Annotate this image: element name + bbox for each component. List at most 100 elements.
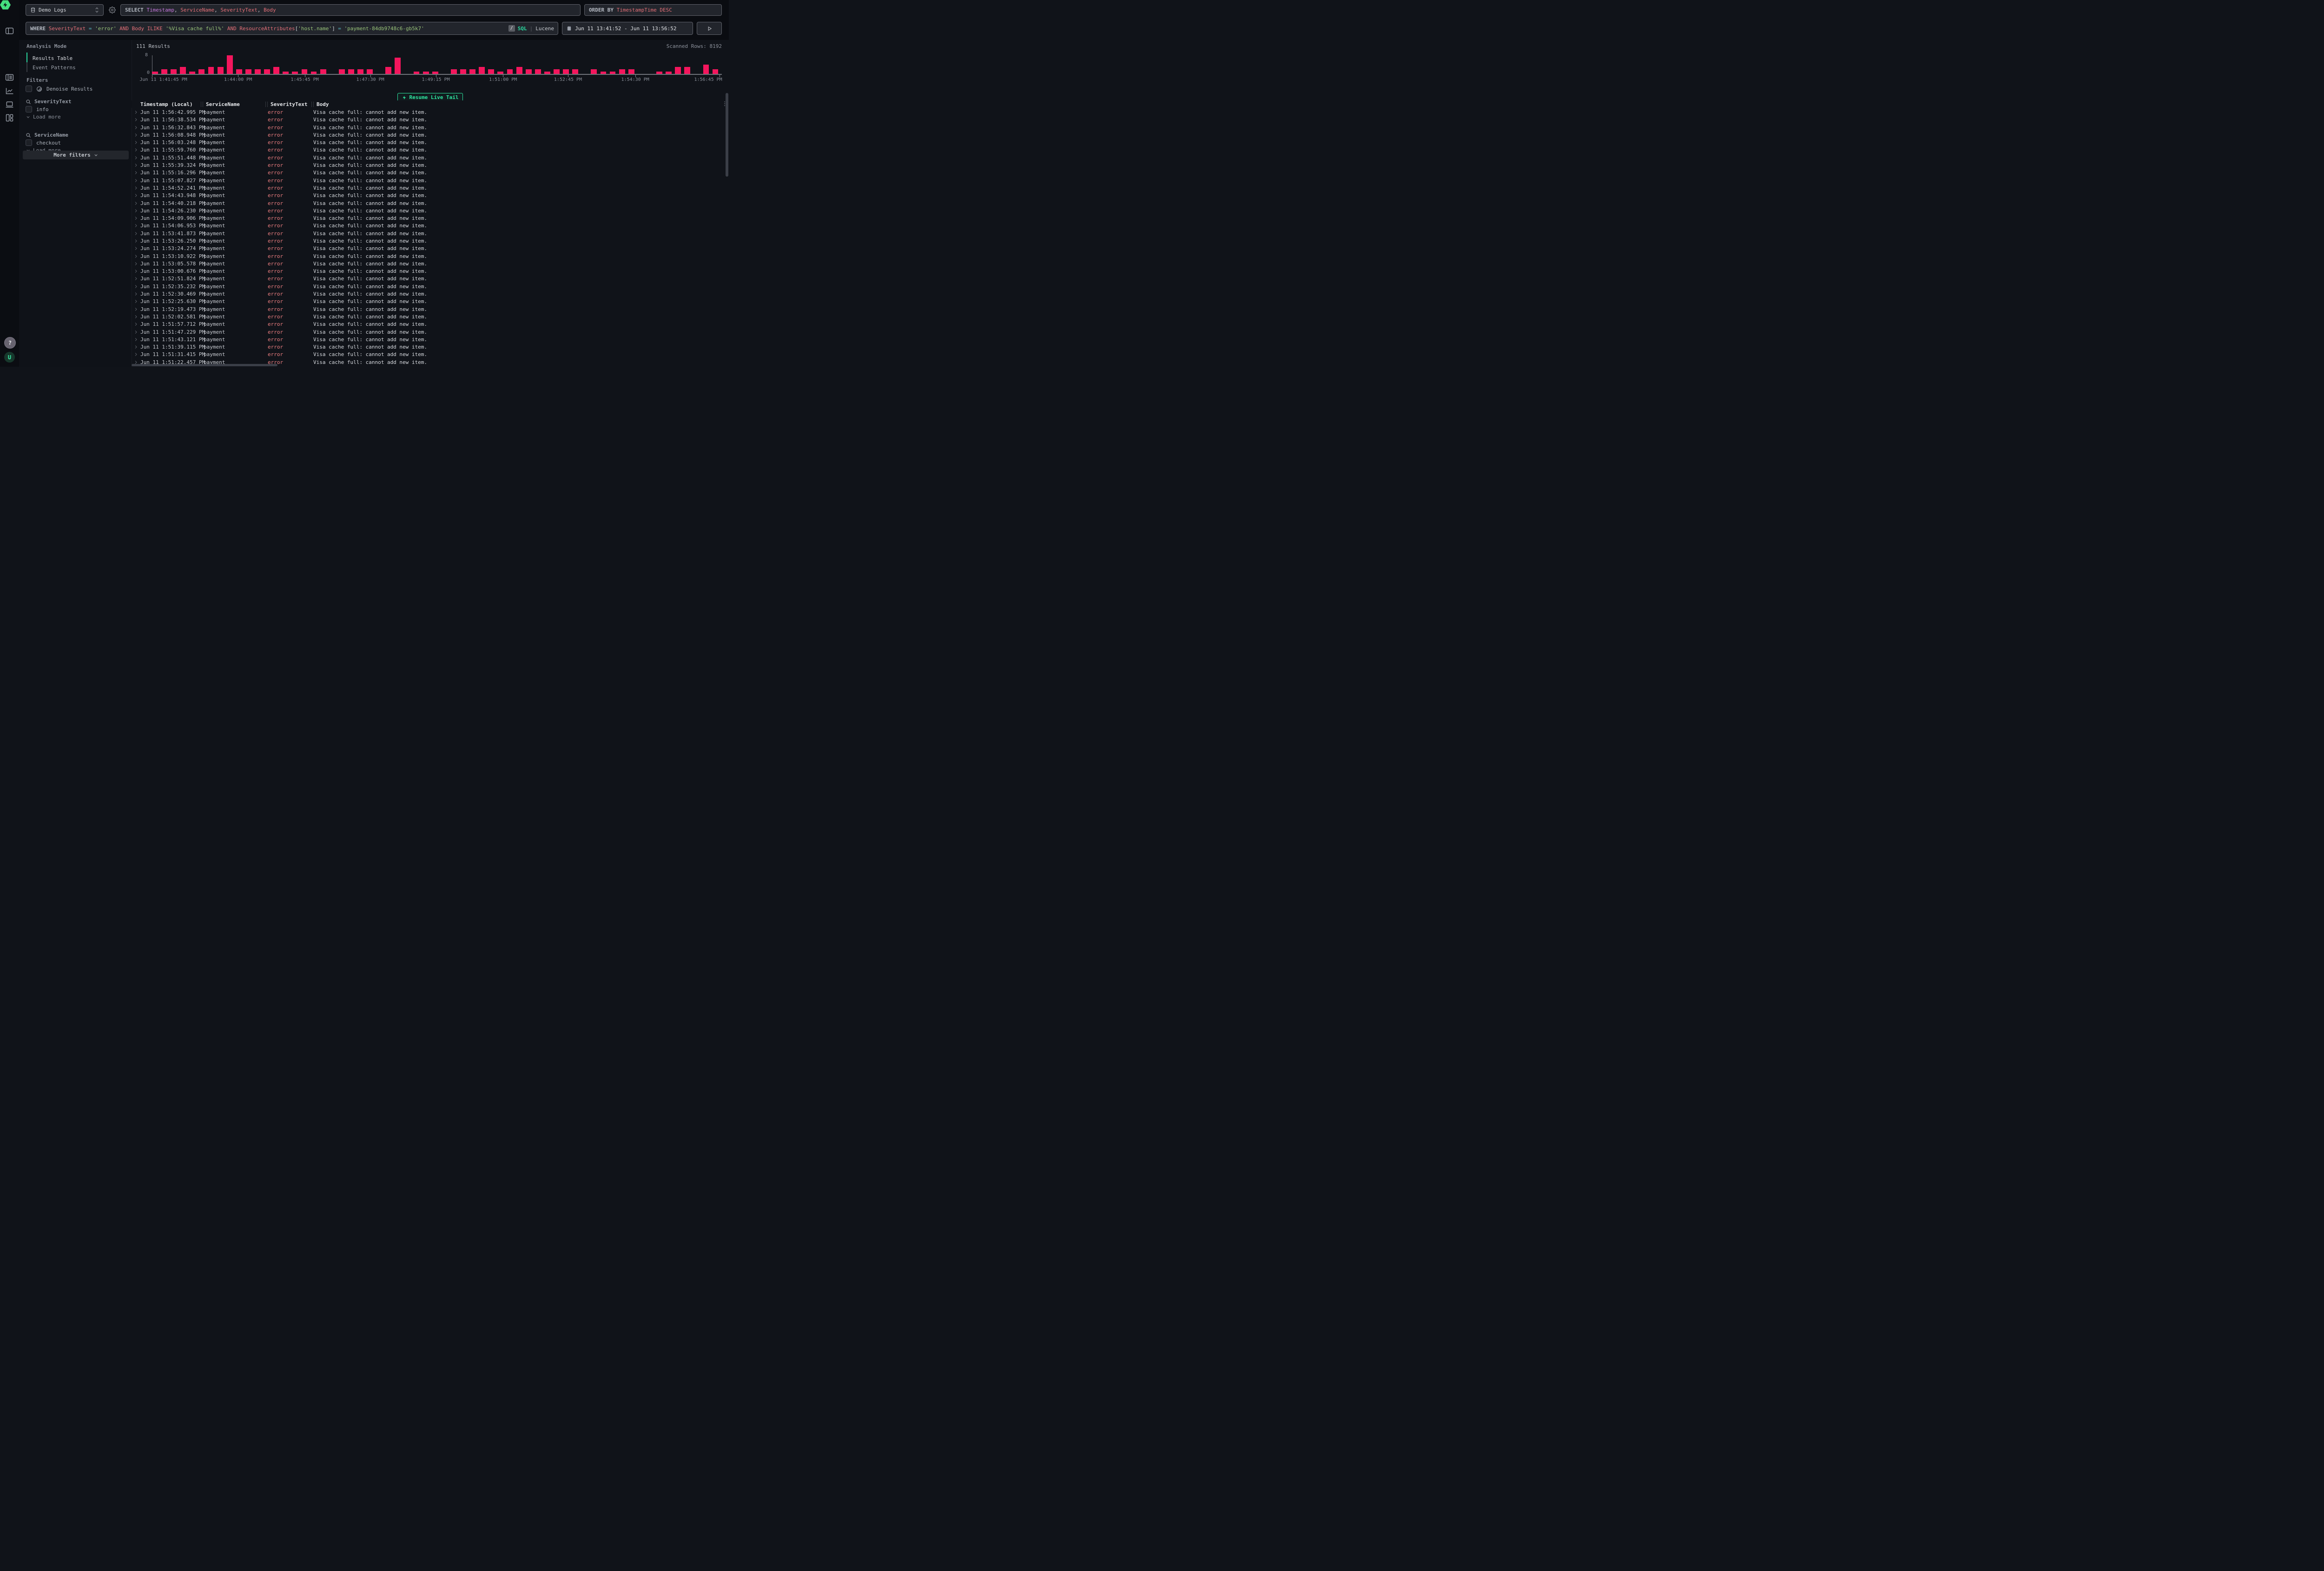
- dashboards-icon[interactable]: [5, 113, 14, 123]
- table-row[interactable]: Jun 11 1:51:39.115 PMpaymenterrorVisa ca…: [132, 343, 724, 351]
- denoise-checkbox[interactable]: [26, 86, 32, 92]
- histogram-bar[interactable]: [675, 67, 681, 74]
- histogram-bar[interactable]: [619, 69, 625, 74]
- user-avatar[interactable]: U: [4, 352, 15, 363]
- histogram-bar[interactable]: [339, 69, 345, 74]
- table-row[interactable]: Jun 11 1:55:51.448 PMpaymenterrorVisa ca…: [132, 154, 724, 161]
- table-row[interactable]: Jun 11 1:55:07.827 PMpaymenterrorVisa ca…: [132, 177, 724, 184]
- table-row[interactable]: Jun 11 1:54:06.953 PMpaymenterrorVisa ca…: [132, 222, 724, 230]
- sidebar-mode-results-table[interactable]: Results Table: [33, 55, 73, 61]
- histogram-bar[interactable]: [479, 67, 485, 74]
- histogram-bar[interactable]: [218, 67, 224, 74]
- histogram-bar[interactable]: [507, 69, 513, 74]
- histogram-bar[interactable]: [357, 69, 363, 74]
- vertical-scrollbar[interactable]: [726, 93, 728, 177]
- table-row[interactable]: Jun 11 1:56:03.248 PMpaymenterrorVisa ca…: [132, 139, 724, 146]
- table-row[interactable]: Jun 11 1:51:31.415 PMpaymenterrorVisa ca…: [132, 351, 724, 358]
- sidebar-mode-event-patterns[interactable]: Event Patterns: [33, 65, 76, 71]
- histogram-bar[interactable]: [554, 69, 560, 74]
- histogram-bar[interactable]: [264, 69, 270, 74]
- histogram-bar[interactable]: [227, 55, 233, 74]
- histogram-bar[interactable]: [302, 69, 308, 74]
- load-more-link[interactable]: Load more: [26, 114, 61, 120]
- table-row[interactable]: Jun 11 1:55:59.760 PMpaymenterrorVisa ca…: [132, 146, 724, 154]
- histogram-bar[interactable]: [320, 69, 326, 74]
- histogram-bar[interactable]: [236, 69, 242, 74]
- histogram-bar[interactable]: [273, 67, 279, 74]
- table-row[interactable]: Jun 11 1:55:39.324 PMpaymenterrorVisa ca…: [132, 161, 724, 169]
- table-row[interactable]: Jun 11 1:51:47.229 PMpaymenterrorVisa ca…: [132, 328, 724, 336]
- table-row[interactable]: Jun 11 1:51:43.121 PMpaymenterrorVisa ca…: [132, 336, 724, 343]
- source-select[interactable]: Demo Logs: [26, 4, 104, 16]
- histogram-bar[interactable]: [208, 67, 214, 74]
- histogram-bar[interactable]: [684, 67, 690, 74]
- table-row[interactable]: Jun 11 1:54:09.906 PMpaymenterrorVisa ca…: [132, 214, 724, 222]
- table-row[interactable]: Jun 11 1:53:24.274 PMpaymenterrorVisa ca…: [132, 245, 724, 252]
- histogram-bar[interactable]: [385, 67, 391, 74]
- table-row[interactable]: Jun 11 1:52:25.630 PMpaymenterrorVisa ca…: [132, 298, 724, 305]
- where-clause-input[interactable]: WHERE SeverityText = 'error' AND Body IL…: [26, 22, 558, 35]
- table-row[interactable]: Jun 11 1:55:16.296 PMpaymenterrorVisa ca…: [132, 169, 724, 177]
- histogram-bar[interactable]: [516, 67, 522, 74]
- table-row[interactable]: Jun 11 1:52:35.232 PMpaymenterrorVisa ca…: [132, 283, 724, 290]
- horizontal-scrollbar[interactable]: [132, 364, 277, 366]
- select-clause-input[interactable]: SELECT Timestamp, ServiceName, SeverityT…: [120, 4, 581, 16]
- histogram-bar[interactable]: [591, 69, 597, 74]
- chart-explorer-icon[interactable]: [5, 86, 14, 96]
- filter-option-info[interactable]: info: [26, 106, 49, 112]
- histogram-bar[interactable]: [180, 67, 186, 74]
- col-header-servicename[interactable]: ServiceName: [203, 101, 265, 107]
- table-row[interactable]: Jun 11 1:53:41.873 PMpaymenterrorVisa ca…: [132, 230, 724, 237]
- col-header-timestamp[interactable]: Timestamp (Local): [140, 101, 201, 107]
- table-row[interactable]: Jun 11 1:52:02.581 PMpaymenterrorVisa ca…: [132, 313, 724, 320]
- histogram-bar[interactable]: [395, 58, 401, 74]
- table-row[interactable]: Jun 11 1:56:38.534 PMpaymenterrorVisa ca…: [132, 116, 724, 124]
- table-row[interactable]: Jun 11 1:53:05.578 PMpaymenterrorVisa ca…: [132, 260, 724, 267]
- histogram-bar[interactable]: [469, 69, 475, 74]
- histogram-bar[interactable]: [572, 69, 578, 74]
- table-row[interactable]: Jun 11 1:53:00.676 PMpaymenterrorVisa ca…: [132, 268, 724, 275]
- histogram-bar[interactable]: [713, 69, 719, 74]
- app-logo-icon[interactable]: [0, 0, 11, 10]
- more-filters-button[interactable]: More filters: [23, 151, 129, 159]
- table-row[interactable]: Jun 11 1:56:42.995 PMpaymenterrorVisa ca…: [132, 108, 724, 116]
- histogram-bar[interactable]: [460, 69, 466, 74]
- table-row[interactable]: Jun 11 1:52:19.473 PMpaymenterrorVisa ca…: [132, 305, 724, 313]
- table-row[interactable]: Jun 11 1:51:57.712 PMpaymenterrorVisa ca…: [132, 321, 724, 328]
- histogram-bar[interactable]: [198, 69, 205, 74]
- lucene-mode-toggle[interactable]: Lucene: [535, 26, 554, 32]
- table-row[interactable]: Jun 11 1:56:08.948 PMpaymenterrorVisa ca…: [132, 131, 724, 139]
- sidebar-toggle-icon[interactable]: [5, 26, 14, 36]
- col-header-body[interactable]: Body: [314, 101, 724, 107]
- histogram-bar[interactable]: [171, 69, 177, 74]
- histogram-bar[interactable]: [563, 69, 569, 74]
- table-row[interactable]: Jun 11 1:54:26.230 PMpaymenterrorVisa ca…: [132, 207, 724, 214]
- histogram-bar[interactable]: [245, 69, 251, 74]
- search-logs-icon[interactable]: [5, 73, 14, 82]
- histogram-bar[interactable]: [488, 69, 494, 74]
- help-button[interactable]: ?: [4, 337, 16, 349]
- order-by-input[interactable]: ORDER BY TimestampTime DESC: [584, 4, 722, 16]
- filter-option-checkout[interactable]: checkout: [26, 139, 61, 146]
- sessions-icon[interactable]: [5, 99, 14, 109]
- table-row[interactable]: Jun 11 1:52:51.824 PMpaymenterrorVisa ca…: [132, 275, 724, 283]
- table-row[interactable]: Jun 11 1:54:43.948 PMpaymenterrorVisa ca…: [132, 192, 724, 199]
- filter-checkbox[interactable]: [26, 139, 32, 146]
- histogram-bar[interactable]: [535, 69, 541, 74]
- histogram-bar[interactable]: [161, 69, 167, 74]
- table-row[interactable]: Jun 11 1:53:10.922 PMpaymenterrorVisa ca…: [132, 252, 724, 260]
- histogram-bar[interactable]: [703, 65, 709, 74]
- table-row[interactable]: Jun 11 1:53:26.250 PMpaymenterrorVisa ca…: [132, 237, 724, 244]
- histogram-bar[interactable]: [367, 69, 373, 74]
- table-row[interactable]: Jun 11 1:54:40.218 PMpaymenterrorVisa ca…: [132, 199, 724, 207]
- col-header-severitytext[interactable]: SeverityText: [268, 101, 311, 107]
- sql-mode-toggle[interactable]: SQL: [518, 26, 527, 32]
- filter-checkbox[interactable]: [26, 106, 32, 112]
- histogram-bar[interactable]: [348, 69, 354, 74]
- histogram-bar[interactable]: [451, 69, 457, 74]
- table-row[interactable]: Jun 11 1:54:52.241 PMpaymenterrorVisa ca…: [132, 184, 724, 191]
- histogram-bar[interactable]: [255, 69, 261, 74]
- table-row[interactable]: Jun 11 1:56:32.843 PMpaymenterrorVisa ca…: [132, 124, 724, 131]
- time-range-picker[interactable]: Jun 11 13:41:52 - Jun 11 13:56:52: [562, 22, 693, 35]
- histogram-bar[interactable]: [628, 69, 634, 74]
